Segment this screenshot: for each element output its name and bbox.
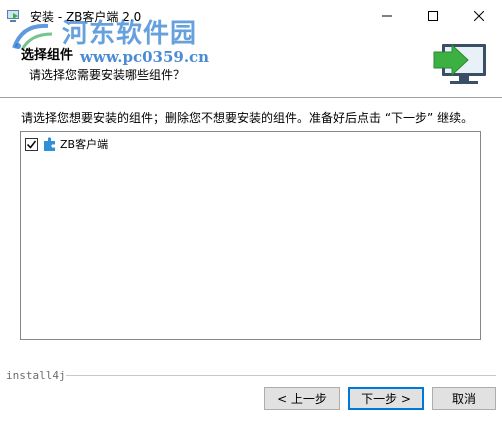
component-list: ZB客户端: [20, 131, 481, 340]
installer-branding: install4j: [6, 369, 66, 382]
close-icon: [474, 10, 484, 21]
minimize-icon: [382, 15, 392, 16]
component-checkbox[interactable]: [25, 137, 38, 151]
instruction-text: 请选择您想要安装的组件；删除您不想要安装的组件。准备好后点击 “下一步” 继续。: [21, 111, 474, 125]
computer-install-arrow-icon: [433, 43, 486, 84]
checkmark-icon: [26, 140, 37, 149]
minimize-button[interactable]: [364, 0, 410, 31]
component-label: ZB客户端: [60, 138, 109, 151]
maximize-icon: [428, 10, 438, 21]
header-divider: [0, 97, 502, 98]
maximize-button[interactable]: [410, 0, 456, 31]
branding-divider-highlight: [66, 376, 496, 377]
watermark-url: www.pc0359.cn: [80, 48, 210, 66]
list-item[interactable]: ZB客户端: [25, 135, 108, 153]
next-button[interactable]: 下一步 >: [348, 387, 424, 410]
cancel-button[interactable]: 取消: [432, 387, 496, 410]
watermark-title: 河东软件园: [62, 19, 198, 49]
puzzle-piece-icon: [44, 137, 55, 151]
close-button[interactable]: [456, 0, 502, 31]
page-title: 选择组件: [21, 48, 74, 63]
page-subtitle: 请选择您需要安装哪些组件？: [29, 68, 186, 82]
back-button[interactable]: < 上一步: [264, 387, 340, 410]
